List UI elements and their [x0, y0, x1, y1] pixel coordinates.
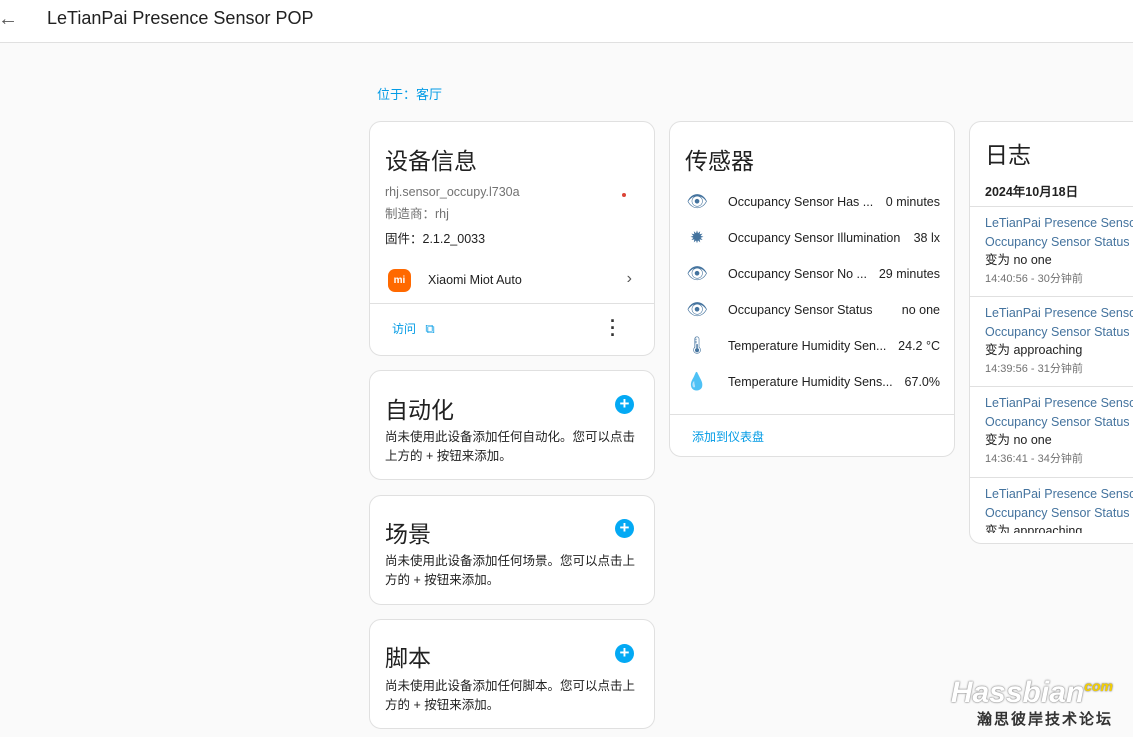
log-entry: LeTianPai Presence Sensor POPOccupancy S… [970, 386, 1133, 475]
script-card: 脚本 + 尚未使用此设备添加任何脚本。您可以点击上方的 + 按钮来添加。 [369, 619, 655, 729]
sensor-name: Occupancy Sensor Has ... [728, 195, 874, 209]
log-entity-link[interactable]: Occupancy Sensor Status [985, 504, 1133, 523]
sensor-name: Temperature Humidity Sen... [728, 339, 887, 353]
automation-empty-text: 尚未使用此设备添加任何自动化。您可以点击上方的 + 按钮来添加。 [385, 430, 636, 463]
log-change: 变为 no one [985, 433, 1052, 447]
sensor-row[interactable]: 👁 Occupancy Sensor No ... 29 minutes [684, 264, 940, 284]
sensor-row[interactable]: 💧 Temperature Humidity Sens... 67.0% [684, 372, 940, 392]
sensor-row[interactable]: ✹ Occupancy Sensor Illumination 38 lx [684, 228, 940, 248]
log-entity-link[interactable]: Occupancy Sensor Status [985, 323, 1133, 342]
watermark-brand: Hassbian [950, 676, 1085, 709]
integration-row[interactable]: mi Xiaomi Miot Auto › [370, 262, 654, 302]
add-automation-button[interactable]: + [615, 395, 634, 414]
log-entity-link[interactable]: Occupancy Sensor Status [985, 233, 1133, 252]
sensors-card: 传感器 👁 Occupancy Sensor Has ... 0 minutes ✹… [669, 121, 955, 457]
water-percent-icon: 💧 [686, 372, 708, 391]
arrow-left-icon[interactable]: ← [0, 8, 18, 31]
scene-card: 场景 + 尚未使用此设备添加任何场景。您可以点击上方的 + 按钮来添加。 [369, 495, 655, 605]
card-title: 脚本 [385, 645, 431, 671]
log-change: 变为 approaching [985, 524, 1083, 533]
add-script-button[interactable]: + [615, 644, 634, 663]
logbook-card: 日志 2024年10月18日 LeTianPai Presence Sensor… [969, 121, 1133, 544]
eye-icon: 👁 [686, 300, 708, 319]
scene-empty-text: 尚未使用此设备添加任何场景。您可以点击上方的 + 按钮来添加。 [385, 554, 636, 587]
add-scene-button[interactable]: + [615, 519, 634, 538]
page-title: LeTianPai Presence Sensor POP [47, 8, 314, 28]
status-dot [622, 193, 626, 197]
log-device-link[interactable]: LeTianPai Presence Sensor POP [985, 304, 1133, 323]
sensor-value: 67.0% [904, 375, 940, 389]
log-entry: LeTianPai Presence Sensor POPOccupancy S… [970, 206, 1133, 295]
card-title: 设备信息 [385, 148, 477, 174]
sensor-row[interactable]: 🌡 Temperature Humidity Sen... 24.2 °C [684, 336, 940, 356]
open-in-new-icon: ⧉ [425, 321, 435, 336]
integration-name: Xiaomi Miot Auto [428, 273, 522, 287]
log-device-link[interactable]: LeTianPai Presence Sensor POP [985, 394, 1133, 413]
log-change: 变为 approaching [985, 343, 1083, 357]
sensor-name: Occupancy Sensor No ... [728, 267, 867, 281]
more-options-icon[interactable]: · · · [610, 312, 616, 344]
area-link[interactable]: 位于：客厅 [377, 84, 442, 103]
visit-button[interactable]: 访问 ⧉ [392, 320, 435, 337]
sensor-value: 29 minutes [878, 267, 940, 281]
sensor-value: 38 lx [913, 231, 940, 245]
firmware: 固件：2.1.2_0033 [385, 232, 486, 246]
device-model: rhj.sensor_occupy.l730a [385, 185, 520, 199]
watermark-subtitle: 瀚思彼岸技术论坛 [976, 711, 1113, 728]
brightness-icon: ✹ [689, 228, 705, 247]
log-entry: LeTianPai Presence Sensor POPOccupancy S… [970, 296, 1133, 385]
manufacturer: 制造商：rhj [385, 207, 449, 221]
log-device-link[interactable]: LeTianPai Presence Sensor POP [985, 214, 1133, 233]
log-time: 14:40:56 - 30分钟前 [985, 272, 1083, 285]
log-entry: LeTianPai Presence Sensor POPOccupancy S… [970, 477, 1133, 533]
xiaomi-logo-icon: mi [388, 269, 411, 292]
eye-icon: 👁 [686, 264, 708, 283]
visit-label: 访问 [392, 322, 417, 336]
chevron-right-icon: › [626, 270, 632, 287]
card-title: 传感器 [685, 148, 754, 174]
sensor-name: Occupancy Sensor Status [728, 303, 873, 317]
sensor-name: Occupancy Sensor Illumination [728, 231, 901, 245]
log-time: 14:36:41 - 34分钟前 [985, 452, 1083, 465]
watermark-tld: com [1084, 678, 1113, 694]
card-title: 自动化 [385, 397, 454, 423]
sensor-row[interactable]: 👁 Occupancy Sensor Status no one [684, 300, 940, 320]
thermometer-icon: 🌡 [686, 336, 708, 355]
device-info-card: 设备信息 rhj.sensor_occupy.l730a 制造商：rhj 固件：… [369, 121, 655, 356]
log-change: 变为 no one [985, 253, 1052, 267]
eye-icon: 👁 [686, 192, 708, 211]
automation-card: 自动化 + 尚未使用此设备添加任何自动化。您可以点击上方的 + 按钮来添加。 [369, 370, 655, 480]
sensor-value: 0 minutes [885, 195, 940, 209]
top-bar: ← LeTianPai Presence Sensor POP [0, 0, 1133, 43]
log-time: 14:39:56 - 31分钟前 [985, 362, 1083, 375]
script-empty-text: 尚未使用此设备添加任何脚本。您可以点击上方的 + 按钮来添加。 [385, 679, 636, 712]
log-entity-link[interactable]: Occupancy Sensor Status [985, 413, 1133, 432]
sensor-row[interactable]: 👁 Occupancy Sensor Has ... 0 minutes [684, 192, 940, 212]
sensor-name: Temperature Humidity Sens... [728, 375, 893, 389]
card-title: 场景 [385, 521, 431, 547]
add-to-dashboard-button[interactable]: 添加到仪表盘 [692, 428, 764, 445]
log-date: 2024年10月18日 [985, 185, 1079, 199]
log-device-link[interactable]: LeTianPai Presence Sensor POP [985, 485, 1133, 504]
sensor-value: no one [901, 303, 940, 317]
card-title: 日志 [985, 142, 1031, 168]
sensor-value: 24.2 °C [898, 339, 940, 353]
watermark-logo: Hassbiancom 瀚思彼岸技术论坛 [951, 671, 1113, 729]
